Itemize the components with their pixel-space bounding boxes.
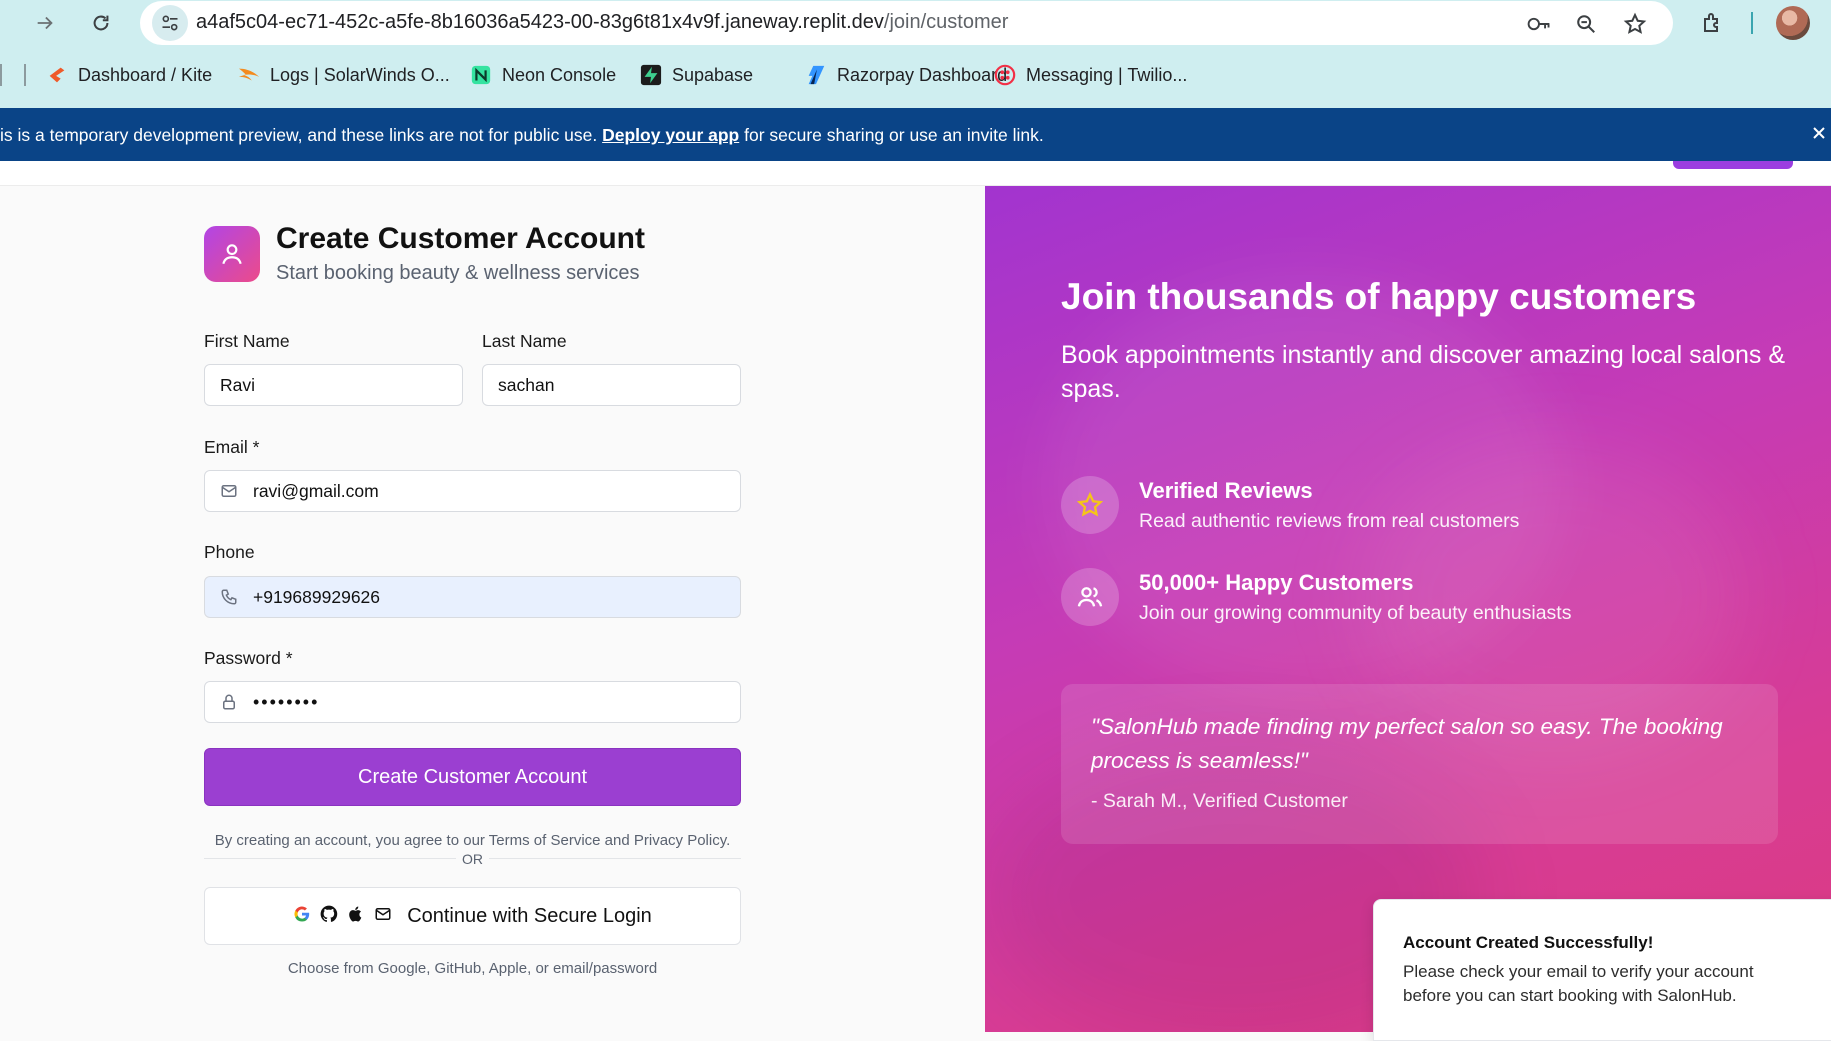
- bookmark-item[interactable]: Logs | SolarWinds O...: [238, 60, 450, 90]
- testimonial-quote: "SalonHub made finding my perfect salon …: [1091, 714, 1723, 773]
- site-settings-icon[interactable]: [152, 5, 188, 41]
- bookmarks-divider: [24, 64, 26, 86]
- razorpay-icon: [805, 64, 827, 86]
- bookmark-item[interactable]: Supabase: [640, 60, 753, 90]
- toast-title: Account Created Successfully!: [1403, 933, 1654, 952]
- bookmark-label: Neon Console: [502, 64, 617, 85]
- solarwinds-icon: [238, 64, 260, 86]
- url-text[interactable]: a4af5c04-ec71-452c-a5fe-8b16036a5423-00-…: [196, 11, 1008, 34]
- password-label: Password *: [204, 648, 293, 668]
- first-name-label: First Name: [204, 331, 290, 351]
- signup-form-panel: Create Customer Account Start booking be…: [0, 186, 985, 1032]
- bookmark-label: Logs | SolarWinds O...: [270, 64, 450, 85]
- bookmark-item[interactable]: Neon Console: [470, 60, 616, 90]
- toast-message: Please check your email to verify your a…: [1403, 962, 1754, 1005]
- feature-title: Verified Reviews: [1139, 478, 1313, 503]
- email-label: Email *: [204, 437, 260, 457]
- forward-icon[interactable]: [28, 6, 62, 40]
- last-name-value: sachan: [498, 374, 555, 395]
- testimonial-author: - Sarah M., Verified Customer: [1091, 790, 1348, 812]
- secure-login-button[interactable]: Continue with Secure Login: [204, 887, 741, 945]
- password-field[interactable]: ••••••••: [204, 681, 741, 723]
- extensions-icon[interactable]: [1698, 8, 1728, 38]
- last-name-label: Last Name: [482, 331, 567, 351]
- oauth-note: Choose from Google, GitHub, Apple, or em…: [287, 960, 658, 977]
- mail-icon: [219, 481, 239, 501]
- page-subtitle: Start booking beauty & wellness services: [276, 262, 640, 284]
- page-title: Create Customer Account: [276, 222, 645, 255]
- toolbar-divider: [1751, 12, 1753, 34]
- success-toast[interactable]: Account Created Successfully! Please che…: [1373, 899, 1831, 1041]
- deploy-app-link[interactable]: Deploy your app: [602, 125, 739, 145]
- header-button[interactable]: [1673, 161, 1793, 169]
- apple-icon: [347, 904, 365, 929]
- star-icon: [1061, 476, 1119, 534]
- terms-text: By creating an account, you agree to our…: [214, 832, 731, 849]
- or-label: OR: [204, 851, 741, 867]
- users-icon: [1061, 568, 1119, 626]
- password-key-icon[interactable]: [1526, 11, 1552, 37]
- phone-icon: [219, 587, 239, 607]
- phone-field[interactable]: +919689929626: [204, 576, 741, 618]
- create-account-button[interactable]: Create Customer Account: [204, 748, 741, 806]
- bookmark-label: Supabase: [672, 64, 754, 85]
- kite-icon: [46, 64, 68, 86]
- address-bar[interactable]: a4af5c04-ec71-452c-a5fe-8b16036a5423-00-…: [140, 1, 1673, 45]
- first-name-field[interactable]: Ravi: [204, 364, 463, 406]
- last-name-field[interactable]: sachan: [482, 364, 741, 406]
- supabase-icon: [640, 64, 662, 86]
- browser-chrome: a4af5c04-ec71-452c-a5fe-8b16036a5423-00-…: [0, 0, 1831, 108]
- close-icon[interactable]: [1808, 122, 1830, 144]
- user-icon: [204, 226, 260, 282]
- neon-icon: [470, 64, 492, 86]
- app-header: [0, 161, 1831, 186]
- dev-preview-banner: is is a temporary development preview, a…: [0, 108, 1831, 161]
- secure-login-label: Continue with Secure Login: [407, 904, 652, 927]
- profile-avatar[interactable]: [1776, 6, 1810, 40]
- banner-text-end: for secure sharing or use an invite link…: [739, 125, 1044, 145]
- password-value: ••••••••: [253, 691, 320, 712]
- google-icon: [293, 905, 311, 928]
- feature-desc: Read authentic reviews from real custome…: [1139, 510, 1520, 532]
- email-field[interactable]: ravi@gmail.com: [204, 470, 741, 512]
- promo-title: Join thousands of happy customers: [1061, 276, 1697, 317]
- bookmark-star-icon[interactable]: [1622, 11, 1648, 37]
- email-value: ravi@gmail.com: [253, 480, 379, 501]
- github-icon: [319, 904, 339, 929]
- phone-label: Phone: [204, 542, 255, 562]
- bookmark-item[interactable]: Dashboard / Kite: [46, 60, 212, 90]
- banner-text: is is a temporary development preview, a…: [0, 125, 603, 145]
- feature-desc: Join our growing community of beauty ent…: [1139, 602, 1572, 624]
- reload-icon[interactable]: [84, 6, 118, 40]
- zoom-icon[interactable]: [1573, 11, 1599, 37]
- phone-value: +919689929626: [253, 586, 381, 607]
- bookmark-label: Razorpay Dashboard: [837, 64, 1008, 85]
- feature-title: 50,000+ Happy Customers: [1139, 570, 1414, 595]
- mail-icon: [373, 905, 393, 928]
- lock-icon: [219, 692, 239, 712]
- bookmarks-edge-divider: [0, 64, 2, 86]
- bookmark-label: Messaging | Twilio...: [1026, 64, 1188, 85]
- bookmark-item[interactable]: Messaging | Twilio...: [994, 60, 1187, 90]
- promo-subtitle: Book appointments instantly and discover…: [1061, 341, 1786, 403]
- bookmark-item[interactable]: Razorpay Dashboard: [805, 60, 1007, 90]
- testimonial-card: "SalonHub made finding my perfect salon …: [1061, 684, 1778, 844]
- first-name-value: Ravi: [220, 374, 256, 395]
- twilio-icon: [994, 64, 1016, 86]
- bookmark-label: Dashboard / Kite: [78, 64, 213, 85]
